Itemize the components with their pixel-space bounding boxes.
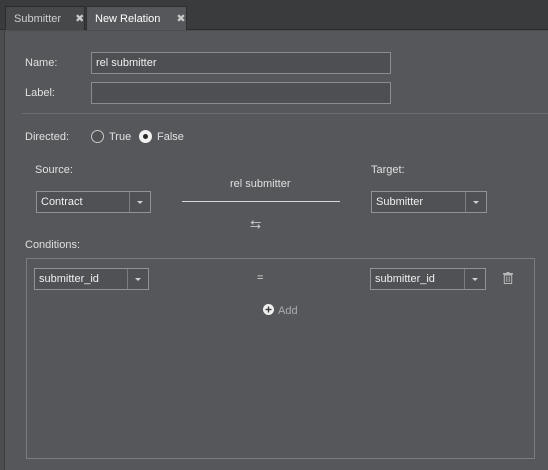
target-value: Submitter [376,196,424,208]
tab-bar: Submitter ✖ New Relation ✖ [0,0,548,30]
source-select[interactable]: Contract [36,191,151,213]
radio-true-label: True [109,130,132,143]
name-label: Name: [25,57,58,69]
tab-label: New Relation [95,12,161,25]
condition-left-value: submitter_id [39,273,99,285]
chevron-down-icon [465,192,486,212]
tab-submitter[interactable]: Submitter ✖ [5,6,85,30]
relation-editor-panel: Name: rel submitter Label: Directed: Tru… [4,31,548,470]
radio-button-checked-icon [139,130,152,143]
source-value: Contract [41,196,83,208]
radio-true[interactable]: True [91,130,131,143]
relation-name-caption: rel submitter [230,178,291,190]
plus-circle-icon [263,304,274,318]
close-icon[interactable]: ✖ [75,12,84,25]
label-label: Label: [25,87,55,99]
target-select[interactable]: Submitter [371,191,487,213]
condition-left-select[interactable]: submitter_id [34,268,149,290]
trash-icon[interactable] [503,272,513,287]
tab-new-relation[interactable]: New Relation ✖ [86,6,187,30]
radio-false-label: False [157,130,184,143]
conditions-label: Conditions: [25,239,81,251]
condition-right-value: submitter_id [375,273,435,285]
chevron-down-icon [464,269,485,289]
condition-right-select[interactable]: submitter_id [370,268,486,290]
close-icon[interactable]: ✖ [176,12,185,25]
directed-label: Directed: [25,131,70,143]
label-field[interactable] [91,82,391,104]
chevron-down-icon [127,269,148,289]
divider [22,113,548,114]
conditions-box: submitter_id = submitter_id Add [26,258,535,459]
radio-button-icon [91,130,104,143]
chevron-down-icon [129,192,150,212]
swap-direction-icon[interactable]: ⮀ [250,216,261,233]
condition-operator: = [257,272,264,284]
tab-label: Submitter [14,12,62,25]
add-label: Add [278,305,298,317]
name-field[interactable]: rel submitter [91,52,391,74]
relation-line [182,201,340,202]
add-condition-button[interactable]: Add [263,304,298,318]
source-label: Source: [35,164,73,176]
radio-false[interactable]: False [139,130,184,143]
target-label: Target: [371,164,405,176]
